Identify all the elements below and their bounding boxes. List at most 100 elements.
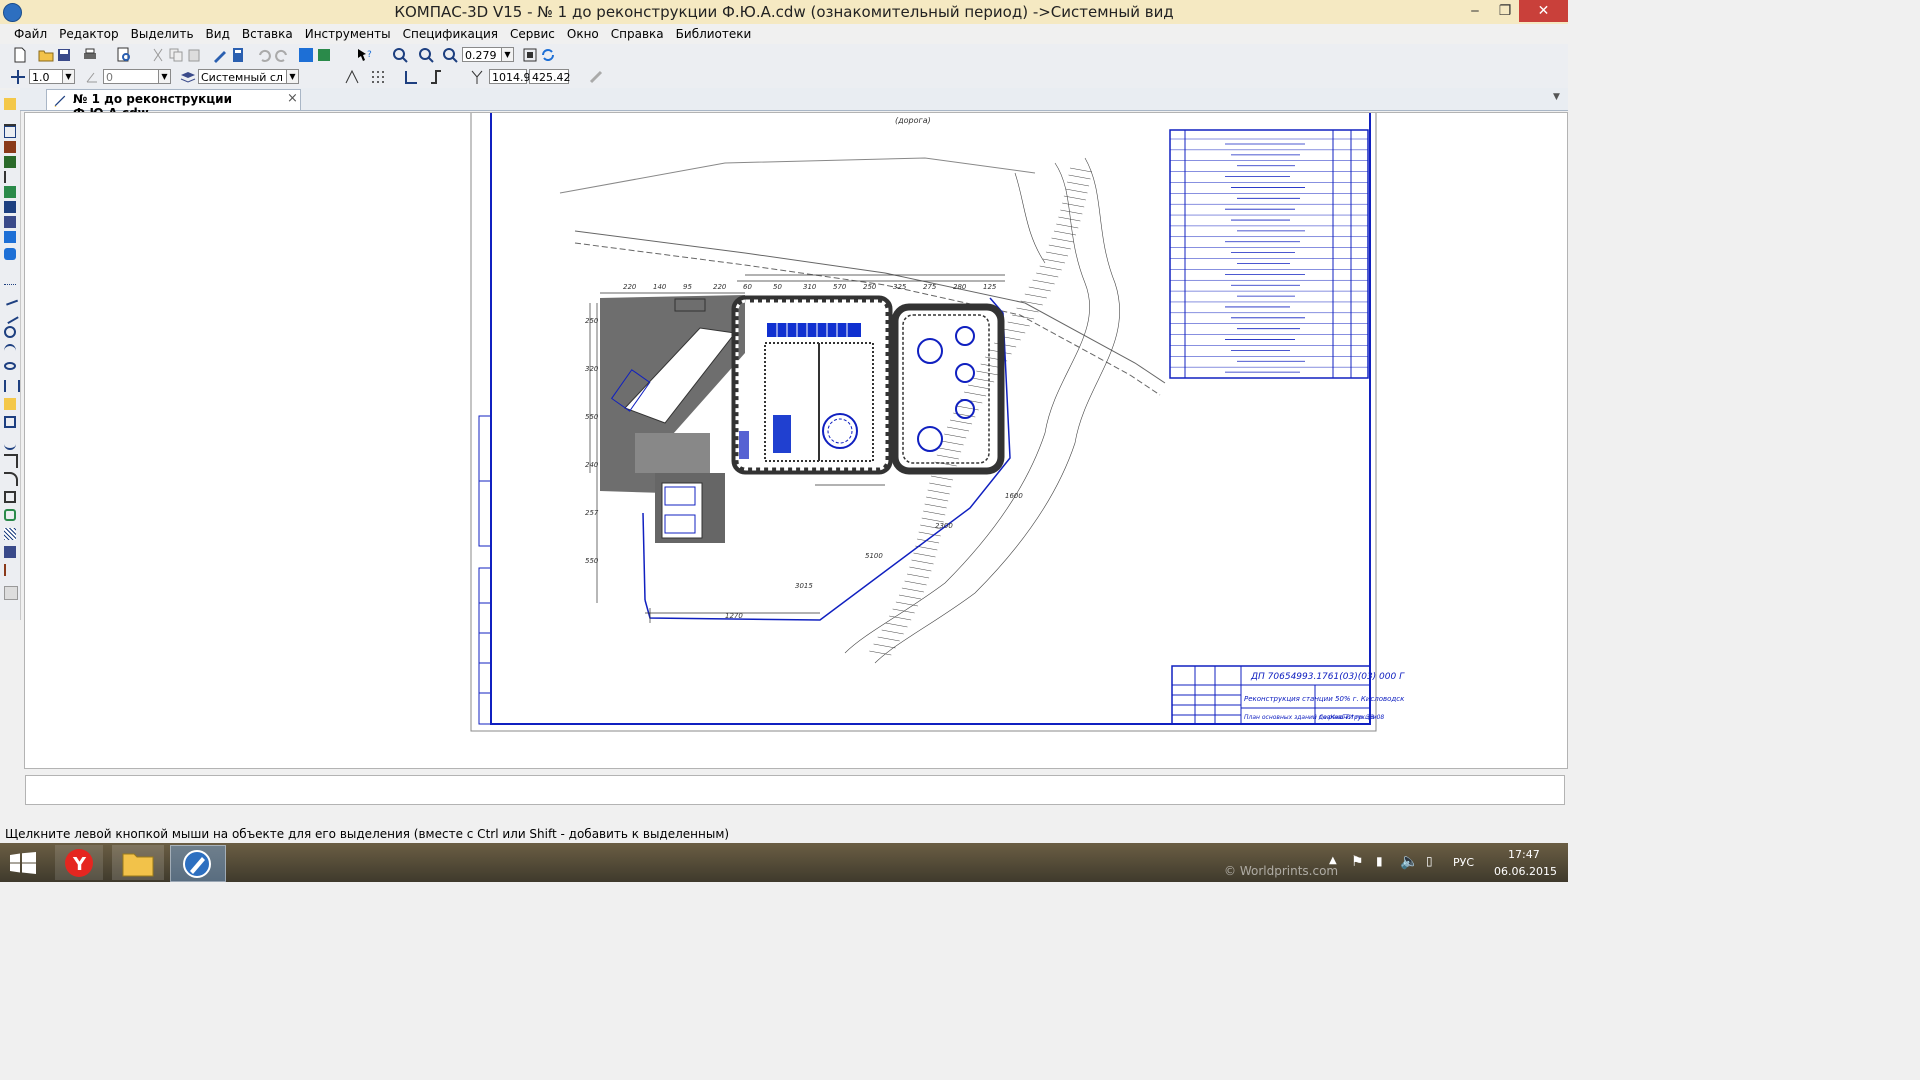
- chamfer-icon[interactable]: [4, 472, 18, 486]
- tool-symbol-icon[interactable]: [4, 126, 16, 138]
- grid-step-icon[interactable]: [10, 69, 26, 85]
- tool-edit-icon[interactable]: [4, 141, 16, 153]
- clock-time[interactable]: 17:47: [1508, 848, 1540, 861]
- zoom-scale-icon[interactable]: [442, 47, 458, 63]
- grid-icon[interactable]: [370, 69, 386, 85]
- preview-icon[interactable]: [116, 47, 132, 63]
- action-center-flag-icon[interactable]: ⚑: [1351, 854, 1364, 870]
- menu-edit[interactable]: Редактор: [53, 24, 124, 44]
- menu-tools[interactable]: Инструменты: [299, 24, 397, 44]
- drawing-sheet[interactable]: ДП 70654993.1761(03)(03) 000 Г Реконстру…: [25, 113, 1567, 768]
- language-indicator[interactable]: РУС: [1453, 856, 1474, 869]
- local-cs-icon[interactable]: [403, 69, 419, 85]
- paste-icon[interactable]: [186, 47, 202, 63]
- ortho-icon[interactable]: [428, 69, 444, 85]
- library-manager-icon[interactable]: [316, 47, 332, 63]
- cut-icon[interactable]: [150, 47, 166, 63]
- menu-insert[interactable]: Вставка: [236, 24, 299, 44]
- segment-icon[interactable]: [1, 305, 19, 325]
- maximize-button[interactable]: ❐: [1490, 0, 1520, 22]
- power-icon[interactable]: ▯: [1426, 854, 1433, 868]
- tool-param-icon[interactable]: [4, 156, 16, 168]
- polygon-icon[interactable]: [4, 509, 16, 521]
- angle-dropdown[interactable]: ▼: [158, 69, 171, 84]
- redo-icon[interactable]: [274, 47, 290, 63]
- tool-dimension-icon[interactable]: [4, 112, 16, 126]
- menu-select[interactable]: Выделить: [125, 24, 200, 44]
- taskbar-kompas[interactable]: [170, 845, 226, 882]
- menu-libraries[interactable]: Библиотеки: [670, 24, 758, 44]
- coord-x-input[interactable]: 1014.9: [489, 69, 531, 84]
- menu-specification[interactable]: Спецификация: [397, 24, 504, 44]
- view-select[interactable]: Системный сл: [198, 69, 288, 84]
- arc-icon[interactable]: [4, 344, 16, 358]
- manager-icon[interactable]: [298, 47, 314, 63]
- properties-panel[interactable]: [25, 775, 1565, 805]
- tray-expand-icon[interactable]: ▲: [1329, 855, 1337, 866]
- equidistant-icon[interactable]: [4, 416, 16, 428]
- new-file-icon[interactable]: [12, 47, 28, 63]
- help-pointer-icon[interactable]: ?: [356, 47, 372, 63]
- tool-report-icon[interactable]: [4, 216, 16, 228]
- drawing-canvas[interactable]: ДП 70654993.1761(03)(03) 000 Г Реконстру…: [24, 112, 1568, 769]
- clock-date[interactable]: 06.06.2015: [1494, 865, 1557, 878]
- aux-line-icon[interactable]: [1, 288, 19, 306]
- clear-icon[interactable]: [588, 69, 604, 85]
- view-dropdown[interactable]: ▼: [286, 69, 299, 84]
- menu-help[interactable]: Справка: [605, 24, 670, 44]
- fill-icon[interactable]: [4, 546, 16, 558]
- ellipse-icon[interactable]: [4, 362, 16, 370]
- spline-icon[interactable]: [4, 380, 20, 392]
- local-snap-icon[interactable]: [344, 69, 360, 85]
- circle-icon[interactable]: [4, 326, 16, 338]
- tab-list-chevron-icon[interactable]: ▼: [1553, 92, 1560, 102]
- angle-input[interactable]: 0: [103, 69, 161, 84]
- refresh-icon[interactable]: [540, 47, 556, 63]
- tool-macro-icon[interactable]: [4, 248, 16, 260]
- tool-select-icon[interactable]: [4, 98, 16, 110]
- menu-file[interactable]: Файл: [8, 24, 53, 44]
- menu-window[interactable]: Окно: [561, 24, 605, 44]
- contour-icon[interactable]: [4, 564, 18, 576]
- zoom-input[interactable]: 0.279: [462, 47, 504, 62]
- open-folder-icon[interactable]: [38, 47, 54, 63]
- windows-start-icon[interactable]: [10, 852, 36, 874]
- document-tab-close[interactable]: ×: [287, 91, 298, 106]
- coord-y-input[interactable]: 425.42: [529, 69, 571, 84]
- coords-icon[interactable]: [470, 69, 486, 85]
- step-dropdown[interactable]: ▼: [62, 69, 75, 84]
- taskbar-explorer[interactable]: [112, 845, 164, 880]
- properties-icon[interactable]: [212, 47, 228, 63]
- disabled-tool-icon[interactable]: [4, 586, 18, 600]
- undo-icon[interactable]: [256, 47, 272, 63]
- tool-select-set-icon[interactable]: [4, 186, 16, 198]
- fillet-icon[interactable]: [4, 454, 18, 468]
- close-button[interactable]: ✕: [1519, 0, 1568, 22]
- step-input[interactable]: 1.0: [29, 69, 65, 84]
- save-icon[interactable]: [56, 47, 72, 63]
- menu-service[interactable]: Сервис: [504, 24, 561, 44]
- show-all-icon[interactable]: [522, 47, 538, 63]
- nurbs-icon[interactable]: [4, 436, 16, 450]
- layers-icon[interactable]: [180, 69, 196, 85]
- angle-step-icon[interactable]: [84, 69, 100, 85]
- polyline-icon[interactable]: [4, 398, 16, 410]
- point-icon[interactable]: [4, 272, 16, 285]
- calculator-icon[interactable]: [230, 47, 246, 63]
- tool-spec-icon[interactable]: [4, 201, 16, 213]
- menu-view[interactable]: Вид: [200, 24, 236, 44]
- rectangle-icon[interactable]: [4, 491, 16, 503]
- document-tab[interactable]: № 1 до реконструкции Ф.Ю.А.cdw ×: [46, 89, 301, 120]
- tool-measure-icon[interactable]: [4, 171, 18, 183]
- hatch-icon[interactable]: [4, 528, 16, 540]
- zoom-in-icon[interactable]: [392, 47, 408, 63]
- zoom-dropdown[interactable]: ▼: [501, 47, 514, 62]
- tool-insert-icon[interactable]: [4, 231, 16, 243]
- minimize-button[interactable]: ‒: [1460, 0, 1490, 22]
- copy-icon[interactable]: [168, 47, 184, 63]
- network-icon[interactable]: ▮: [1376, 854, 1383, 868]
- taskbar-yandex[interactable]: Y: [55, 845, 103, 880]
- zoom-window-icon[interactable]: [418, 47, 434, 63]
- volume-icon[interactable]: 🔈: [1400, 852, 1419, 870]
- print-icon[interactable]: [82, 47, 98, 63]
